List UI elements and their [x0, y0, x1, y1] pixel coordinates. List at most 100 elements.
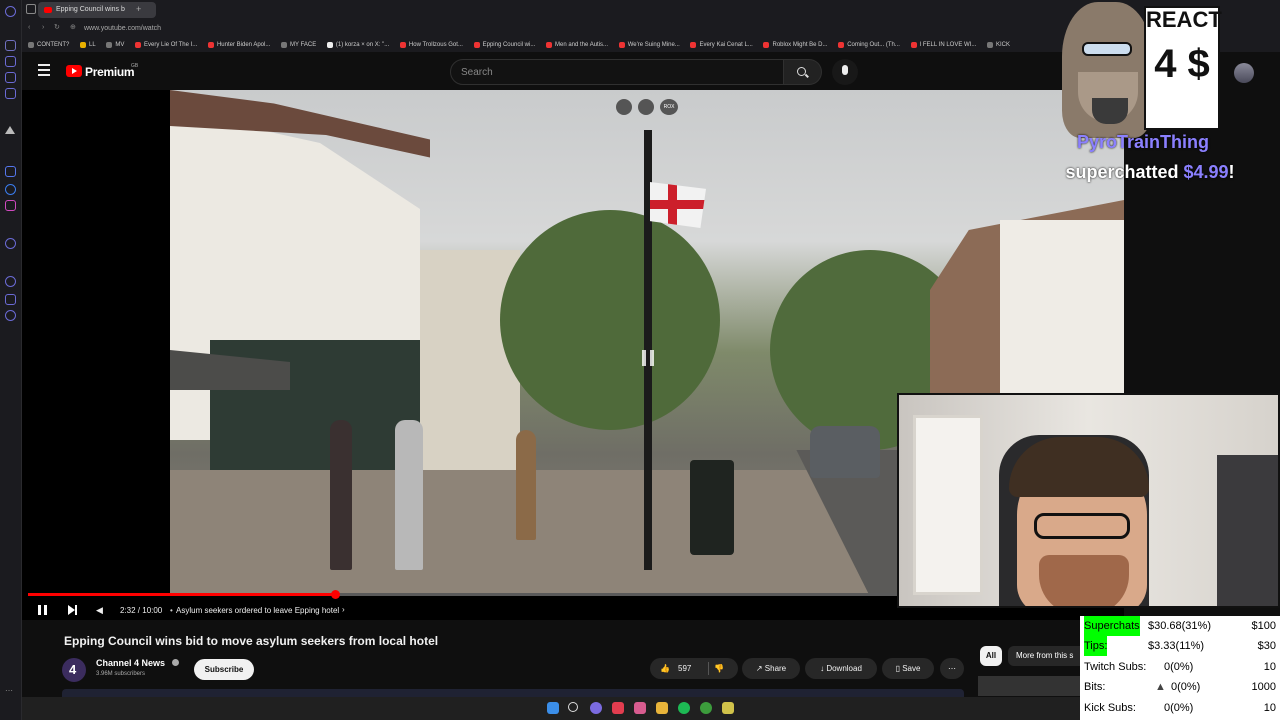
stat-label: Tips:	[1084, 636, 1108, 656]
site-info-icon[interactable]: ⊕	[70, 23, 76, 31]
progress-played	[28, 593, 336, 596]
overlay-label[interactable]: ROX	[660, 99, 678, 115]
bookmark-item[interactable]: KICK	[987, 38, 1010, 52]
sidebar-app-icon[interactable]	[5, 88, 16, 99]
react-sign: REACT 4 $	[1144, 6, 1222, 130]
youtube-premium-logo-text[interactable]: Premium	[85, 65, 135, 79]
taskbar-app-icon[interactable]	[590, 702, 602, 714]
bookmark-item[interactable]: Hunter Biden Apol...	[207, 38, 270, 52]
progress-scrubber-handle[interactable]	[331, 590, 341, 599]
bookmark-item[interactable]: LL	[80, 38, 96, 52]
youtube-logo-icon[interactable]	[66, 65, 82, 77]
reload-icon[interactable]: ↻	[54, 23, 60, 31]
channel-row: 4 Channel 4 News 3.96M subscribers Subsc…	[62, 656, 482, 684]
bookmark-item[interactable]: I FELL IN LOVE WI...	[910, 38, 976, 52]
taskbar-app-icon[interactable]	[634, 702, 646, 714]
stat-label: Superchats	[1084, 616, 1140, 636]
bookmark-item[interactable]: Every Lie Of The I...	[135, 38, 197, 52]
history-icon[interactable]	[5, 276, 16, 287]
tip-cup-icon	[1092, 98, 1128, 124]
donation-alert-overlay: REACT 4 $ PyroTrainThing superchatted $4…	[1040, 0, 1280, 188]
next-video-icon[interactable]	[68, 605, 75, 615]
picture-in-picture-icon[interactable]	[638, 99, 654, 115]
bookmark-item[interactable]: CONTENT?	[28, 38, 69, 52]
save-button[interactable]: ▯ Save	[882, 658, 934, 679]
sidebar-app-icon[interactable]	[5, 40, 16, 51]
bookmark-item[interactable]: Epping Council wi...	[473, 38, 535, 52]
alert-exclaim: !	[1228, 162, 1235, 182]
taskbar-app-icon[interactable]	[722, 702, 734, 714]
download-button[interactable]: ↓ Download	[805, 658, 877, 679]
sidebar-app-icon[interactable]	[5, 56, 16, 67]
messenger-icon[interactable]	[5, 166, 16, 177]
sidebar-app-icon[interactable]	[5, 72, 16, 83]
new-tab-plus-icon[interactable]: +	[136, 4, 141, 14]
sidebar-app-icon[interactable]	[5, 184, 16, 195]
stat-value: 0(0%)	[1164, 702, 1194, 714]
more-actions-icon[interactable]: ⋯	[940, 658, 964, 679]
xbox-icon[interactable]	[700, 702, 712, 714]
like-icon[interactable]: 👍	[660, 658, 670, 679]
like-dislike-group: 👍 597 👎	[650, 658, 738, 679]
share-icon: ↗	[755, 664, 765, 673]
dislike-icon[interactable]: 👎	[714, 658, 724, 679]
more-icon[interactable]: ⋯	[5, 686, 16, 697]
tab-menu-icon[interactable]	[26, 4, 36, 14]
time-display: 2:32 / 10:00	[120, 606, 163, 615]
forward-icon[interactable]: ›	[42, 24, 44, 31]
recommended-thumbnail[interactable]	[978, 676, 1080, 696]
channel-avatar[interactable]: 4	[62, 658, 86, 682]
bookmark-item[interactable]: Every Kai Cenat L...	[690, 38, 753, 52]
file-explorer-icon[interactable]	[656, 702, 668, 714]
window-frame	[913, 415, 983, 595]
bookmark-item[interactable]: Roblox Might Be D...	[763, 38, 828, 52]
bookmark-item[interactable]: We're Suing Mine...	[618, 38, 680, 52]
bookmark-item[interactable]: Coming Out... (Th...	[838, 38, 900, 52]
center-pause-icon[interactable]	[642, 350, 656, 366]
beard	[1039, 555, 1129, 606]
sidebar-app-icon[interactable]	[5, 238, 16, 249]
sidebar-arrow-icon[interactable]	[5, 126, 15, 134]
bits-triangle-icon: ▲	[1155, 681, 1166, 693]
url-text[interactable]: www.youtube.com/watch	[84, 25, 161, 32]
stat-goal: 10	[1263, 661, 1276, 673]
description-box[interactable]	[62, 689, 964, 697]
bookmark-item[interactable]: (1) korza × on X: "...	[326, 38, 389, 52]
browser-logo-icon[interactable]	[5, 6, 16, 17]
miniplayer-icon[interactable]	[616, 99, 632, 115]
channel-name[interactable]: Channel 4 News	[96, 658, 165, 668]
taskbar-search-icon[interactable]	[568, 702, 578, 712]
volume-icon[interactable]: ◀	[96, 605, 103, 616]
alert-action-text: superchatted	[1065, 162, 1179, 182]
hamburger-menu-icon[interactable]	[38, 64, 50, 76]
bookmark-item[interactable]: Men and the Autis...	[546, 38, 608, 52]
start-menu-icon[interactable]	[547, 702, 559, 714]
chapter-chevron-icon[interactable]: ›	[342, 605, 345, 614]
back-icon[interactable]: ‹	[28, 24, 30, 31]
donor-name: PyroTrainThing	[1076, 132, 1209, 152]
subscribe-button[interactable]: Subscribe	[194, 659, 254, 680]
settings-icon[interactable]	[5, 310, 16, 321]
instagram-icon[interactable]	[5, 200, 16, 211]
search-button[interactable]	[784, 59, 822, 85]
stat-label: Twitch Subs:	[1084, 661, 1147, 673]
chapter-title[interactable]: Asylum seekers ordered to leave Epping h…	[176, 606, 339, 615]
search-input[interactable]: Search	[450, 59, 784, 85]
pause-icon[interactable]	[38, 605, 48, 615]
chip-all[interactable]: All	[980, 646, 1002, 666]
donation-goals-panel: Superchats $30.68(31%) $100 Tips: $3.33(…	[1080, 616, 1280, 720]
player-controls: ◀ 2:32 / 10:00 • Asylum seekers ordered …	[28, 600, 928, 620]
voice-search-button[interactable]	[832, 59, 858, 85]
tree	[500, 210, 720, 430]
chip-more-from-channel[interactable]: More from this s	[1008, 646, 1080, 666]
white-building-right	[1000, 220, 1124, 400]
like-count[interactable]: 597	[678, 658, 691, 679]
stat-row-bits: Bits: ▲ 0(0%) 1000	[1082, 677, 1278, 697]
share-button[interactable]: ↗ Share	[742, 658, 800, 679]
spotify-icon[interactable]	[678, 702, 690, 714]
opera-gx-icon[interactable]	[612, 702, 624, 714]
bookmark-item[interactable]: MV	[106, 38, 124, 52]
bookmark-item[interactable]: How Trollzous Got...	[399, 38, 463, 52]
sidebar-app-icon[interactable]	[5, 294, 16, 305]
bookmark-item[interactable]: MY FACE	[281, 38, 316, 52]
